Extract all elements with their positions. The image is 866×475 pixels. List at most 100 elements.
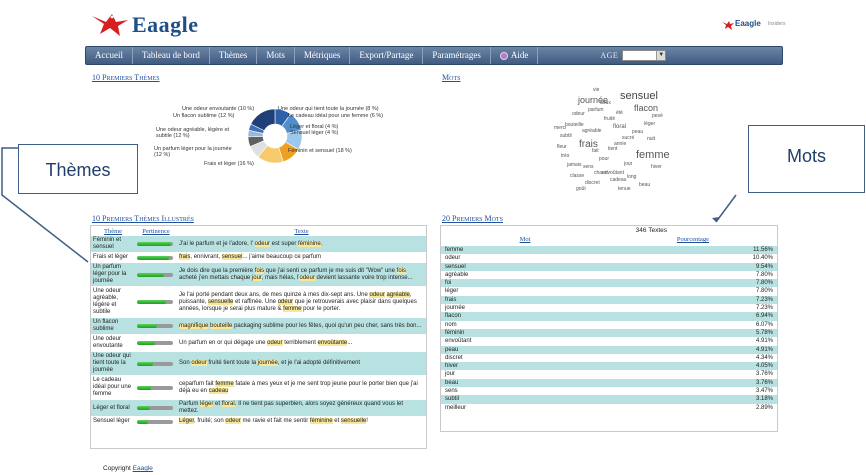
illustrated-themes-panel: Thème Pertinence Texte Féminin et sensue… <box>90 225 427 449</box>
cloud-word: fait <box>592 148 599 154</box>
table-row: Un flacon sublime magnifique bouteille pa… <box>91 317 426 335</box>
theme-cell: Frais et léger <box>91 252 135 263</box>
cloud-word: flacon <box>634 103 659 113</box>
age-select[interactable]: ▼ <box>622 50 667 61</box>
keyword-highlight: journée <box>257 360 278 366</box>
pie-label: Un parfum léger pour la journée (12 %) <box>154 146 232 158</box>
keyword-highlight: agréable <box>386 291 410 298</box>
top-words-link[interactable]: 20 Premiers Mots <box>442 214 503 223</box>
percentage-cell: 3.47% <box>755 388 773 395</box>
cloud-word: léger <box>644 121 656 127</box>
col-header-word[interactable]: Mot <box>441 236 609 246</box>
col-header-percentage[interactable]: Pourcentage <box>609 236 777 246</box>
eaagle-logo[interactable]: Eaagle <box>90 8 210 40</box>
nav-parametrages[interactable]: Paramétrages <box>423 47 491 64</box>
percentage-cell: 3.76% <box>755 371 773 378</box>
theme-cell: Un flacon sublime <box>91 317 135 335</box>
footer-eaagle-link[interactable]: Eaagle <box>133 465 153 472</box>
keyword-highlight: magnifique <box>179 322 209 329</box>
words-callout: Mots <box>748 125 865 193</box>
theme-cell: Un parfum léger pour la journée <box>91 262 135 287</box>
percentage-cell: 4.91% <box>755 346 773 353</box>
keyword-highlight: odeur <box>267 339 283 346</box>
theme-cell: Léger et floral <box>91 399 135 417</box>
nav-accueil[interactable]: Accueil <box>86 47 133 64</box>
cloud-word: femme <box>636 149 670 161</box>
words-link[interactable]: Mots <box>442 73 460 82</box>
table-row: hiver 4.05% <box>441 362 777 371</box>
cloud-word: odeur <box>572 111 585 117</box>
keyword-highlight: fois <box>396 267 406 274</box>
relevance-cell <box>135 317 177 335</box>
cloud-word: pesé <box>652 113 663 119</box>
nav-themes[interactable]: Thèmes <box>210 47 258 64</box>
pie-label: Une odeur envoutante (10 %) <box>182 106 255 112</box>
keyword-highlight: frais <box>179 254 191 260</box>
table-row: agréable 7.80% <box>441 271 777 279</box>
relevance-bar <box>137 242 173 246</box>
cloud-word: parfum <box>588 107 604 113</box>
table-row: Léger et floral Parfum léger et floral. I… <box>91 399 426 417</box>
keyword-highlight: femme <box>283 305 302 312</box>
illustrated-themes-link[interactable]: 10 Premiers Thèmes Illustrés <box>92 214 194 223</box>
relevance-cell <box>135 252 177 263</box>
table-row: nom 6.07% <box>441 321 777 329</box>
keyword-highlight: odeur <box>369 291 385 298</box>
col-header-relevance[interactable]: Pertinence <box>135 226 177 236</box>
relevance-cell <box>135 399 177 417</box>
footer: Copyright Eaagle <box>103 465 153 472</box>
word-cell: agréable <box>445 271 469 278</box>
nav-export-partage[interactable]: Export/Partage <box>350 47 424 64</box>
keyword-highlight: fois <box>254 267 265 274</box>
word-cell: sens <box>445 388 458 395</box>
theme-cell: Une odeur agréable, légère et subtile <box>91 286 135 318</box>
word-cell: envoûtant <box>445 338 472 345</box>
text-cell: Son odeur fruité tient toute la journée,… <box>177 351 426 376</box>
text-cell: J'ai le parfum et je l'adore, l' odeur e… <box>177 236 426 253</box>
eaagle-insiders-logo[interactable]: Eaagle Insiders <box>722 19 786 31</box>
nav-tableau-de-bord[interactable]: Tableau de bord <box>133 47 210 64</box>
words-table-body: femme 11.56% odeur 10.40% sensuel 9.54% agréab… <box>441 246 777 412</box>
text-cell: Léger, fruité; son odeur me ravie et fai… <box>177 416 426 427</box>
col-header-theme[interactable]: Thème <box>91 226 135 236</box>
relevance-bar-fill <box>137 385 152 390</box>
keyword-highlight: sensuelle <box>208 298 234 305</box>
nav-aide[interactable]: Aide <box>491 47 539 64</box>
cloud-word: hiver <box>651 164 662 170</box>
table-row: peau 4.91% <box>441 345 777 354</box>
table-row: flacon 6.94% <box>441 312 777 321</box>
text-cell: frais, ennivrant, sensuel... j'aime beau… <box>177 252 426 263</box>
words-table-header: Mot Pourcentage <box>441 236 777 246</box>
top-themes-link[interactable]: 10 Premiers Thèmes <box>92 73 160 82</box>
table-row: Une odeur qui tient toute la journée Son … <box>91 351 426 376</box>
pie-label: Féminin et sensuel (18 %) <box>288 148 352 154</box>
themes-donut-chart: Une odeur envoutante (10 %) Un flacon su… <box>150 100 390 170</box>
help-icon <box>499 51 508 60</box>
keyword-highlight: léger <box>200 401 214 407</box>
relevance-bar <box>137 341 173 345</box>
nav-mots[interactable]: Mots <box>257 47 295 64</box>
keyword-highlight: sensuel <box>221 254 243 260</box>
text-cell: Je dois dire que la première fois que j'… <box>177 262 426 287</box>
col-header-text[interactable]: Texte <box>177 226 426 236</box>
theme-cell: Une odeur envoutante <box>91 334 135 352</box>
relevance-bar <box>137 406 173 410</box>
word-cloud: sensuel journée flacon frais femme flora… <box>552 83 672 193</box>
table-row: journée 7.23% <box>441 304 777 312</box>
word-cell: femme <box>445 247 464 253</box>
percentage-cell: 7.23% <box>755 305 773 312</box>
keyword-highlight: féminine <box>298 240 321 247</box>
relevance-bar <box>137 361 173 366</box>
cloud-word: subtil <box>560 133 572 139</box>
pie-label: Le cadeau idéal pour une femme (6 %) <box>288 113 384 119</box>
cloud-word: tenue <box>618 186 631 192</box>
cloud-word: cadeau <box>610 177 627 183</box>
text-cell: magnifique bouteille packaging sublime p… <box>177 317 426 335</box>
table-row: frais 7.23% <box>441 295 777 305</box>
theme-cell: Sensuel léger <box>91 416 135 427</box>
word-cell: flacon <box>445 313 462 320</box>
nav-metriques[interactable]: Métriques <box>295 47 351 64</box>
relevance-cell <box>135 236 177 253</box>
percentage-cell: 4.34% <box>755 354 773 361</box>
word-cell: nom <box>445 321 457 328</box>
